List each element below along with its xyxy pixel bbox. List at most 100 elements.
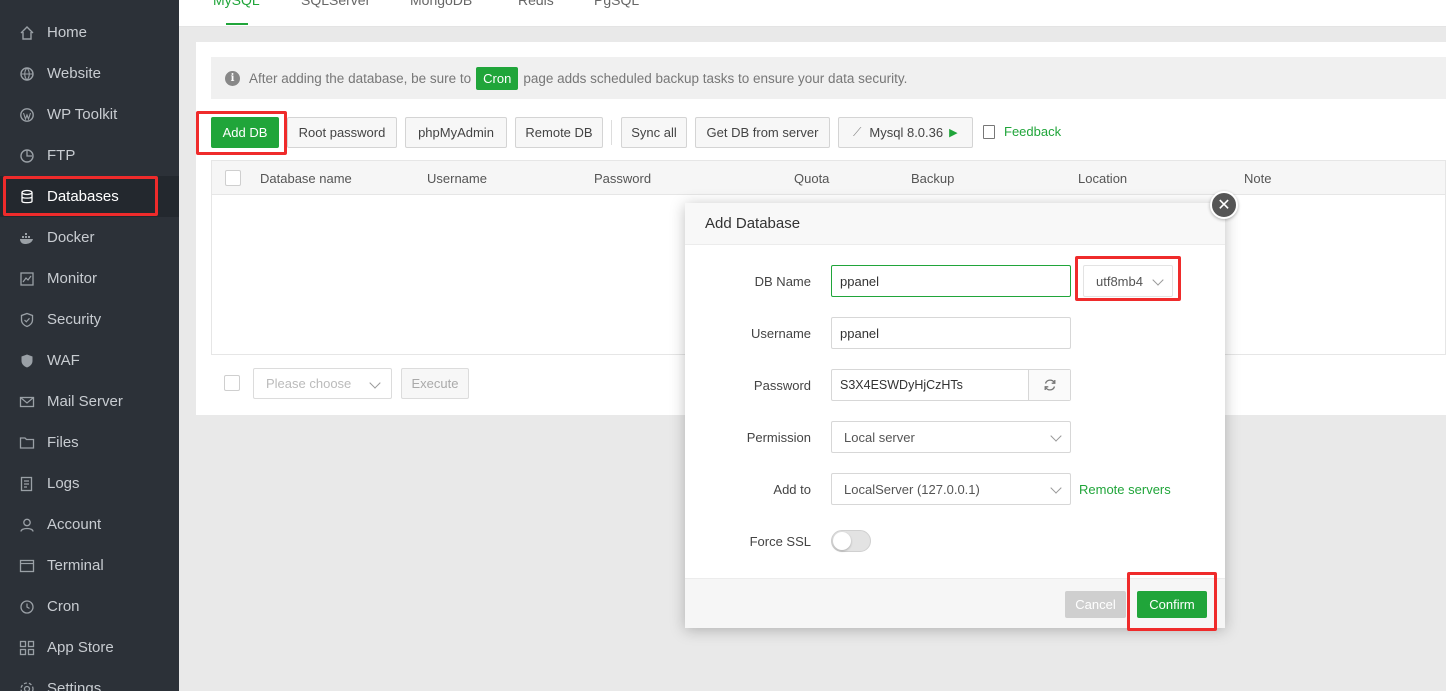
add-to-label: Add to: [773, 482, 811, 497]
get-db-from-server-button[interactable]: Get DB from server: [695, 117, 830, 148]
column-header: Location: [1078, 171, 1128, 186]
ftp-icon: [19, 148, 35, 164]
sidebar-item-settings[interactable]: Settings: [0, 668, 179, 691]
phpmyadmin-button[interactable]: phpMyAdmin: [405, 117, 507, 148]
close-icon[interactable]: ✕: [1210, 191, 1238, 219]
sidebar-item-account[interactable]: Account: [0, 504, 179, 545]
add-database-dialog: Add Database DB Name ppanel utf8mb4 User…: [685, 203, 1225, 628]
chevron-down-icon: [1152, 274, 1164, 286]
sidebar-item-label: Account: [47, 516, 102, 533]
column-header[interactable]: Database name: [260, 171, 352, 186]
sidebar-item-logs[interactable]: Logs: [0, 463, 179, 504]
mysql-version-button[interactable]: ⟋ Mysql 8.0.36 ▶: [838, 117, 973, 148]
password-value: S3X4ESWDyHjCzHTs: [840, 378, 963, 392]
docker-icon: [19, 230, 35, 246]
tab-pgsql[interactable]: PgSQL: [594, 0, 639, 8]
tab-mongodb[interactable]: MongoDB: [410, 0, 472, 8]
tab-sqlserver[interactable]: SQLServer: [301, 0, 370, 8]
sidebar-item-waf[interactable]: WAF: [0, 340, 179, 381]
sidebar-item-files[interactable]: Files: [0, 422, 179, 463]
charset-select[interactable]: utf8mb4: [1083, 265, 1173, 297]
bulk-action-placeholder: Please choose: [266, 376, 352, 391]
permission-select[interactable]: Local server: [831, 421, 1071, 453]
sidebar-item-label: App Store: [47, 639, 114, 656]
sidebar-item-cron[interactable]: Cron: [0, 586, 179, 627]
db-type-tabs: MySQL SQLServer MongoDB Redis PgSQL: [179, 0, 1446, 27]
confirm-button[interactable]: Confirm: [1137, 591, 1207, 618]
column-header: Username: [427, 171, 487, 186]
active-tab-indicator: [226, 23, 248, 25]
sidebar-item-label: Monitor: [47, 270, 98, 287]
remote-db-button[interactable]: Remote DB: [515, 117, 603, 148]
sidebar-item-label: Home: [47, 24, 88, 41]
chevron-down-icon: [1050, 430, 1062, 442]
sidebar-item-docker[interactable]: Docker: [0, 217, 179, 258]
sidebar-item-monitor[interactable]: Monitor: [0, 258, 179, 299]
permission-label: Permission: [746, 430, 811, 445]
sidebar-item-label: Terminal: [47, 557, 104, 574]
clock-icon: [19, 599, 35, 615]
force-ssl-toggle[interactable]: [831, 530, 871, 552]
toggle-knob: [833, 532, 851, 550]
sidebar-item-label: WP Toolkit: [47, 106, 118, 123]
sidebar-item-ftp[interactable]: FTP: [0, 135, 179, 176]
db-name-label: DB Name: [754, 274, 811, 289]
mysql-version-label: Mysql 8.0.36: [869, 125, 944, 140]
sidebar-item-mail-server[interactable]: Mail Server: [0, 381, 179, 422]
sidebar-item-label: Logs: [47, 475, 80, 492]
feedback-link[interactable]: Feedback: [983, 124, 1061, 139]
wordpress-icon: [19, 107, 35, 123]
permission-value: Local server: [844, 429, 915, 445]
tab-redis[interactable]: Redis: [518, 0, 554, 8]
sidebar-item-label: Files: [47, 434, 79, 451]
folder-icon: [19, 435, 35, 451]
sidebar-item-label: WAF: [47, 352, 80, 369]
sidebar-item-databases[interactable]: Databases: [0, 176, 179, 217]
globe-icon: [19, 66, 35, 82]
sidebar-item-home[interactable]: Home: [0, 12, 179, 53]
column-header: Backup: [911, 171, 955, 186]
sidebar-item-label: Security: [47, 311, 102, 328]
sidebar-item-label: Cron: [47, 598, 80, 615]
dialog-title: Add Database: [685, 203, 1225, 245]
sidebar-item-terminal[interactable]: Terminal: [0, 545, 179, 586]
charset-value: utf8mb4: [1096, 273, 1143, 289]
info-icon: i: [225, 70, 240, 86]
table-header: Database name Username Password Quota Ba…: [212, 161, 1445, 195]
sidebar-item-label: Settings: [47, 680, 102, 691]
root-password-button[interactable]: Root password: [287, 117, 397, 148]
sidebar-item-wp-toolkit[interactable]: WP Toolkit: [0, 94, 179, 135]
cancel-button[interactable]: Cancel: [1065, 591, 1126, 618]
logs-icon: [19, 476, 35, 492]
refresh-password-icon[interactable]: [1028, 370, 1070, 400]
sidebar: Home Website WP Toolkit FTP Databases Do…: [0, 0, 179, 691]
execute-button[interactable]: Execute: [401, 368, 469, 399]
sidebar-item-label: FTP: [47, 147, 76, 164]
shield-icon: [19, 312, 35, 328]
remote-servers-link[interactable]: Remote servers: [1079, 482, 1171, 497]
mail-icon: [19, 394, 35, 410]
tab-mysql[interactable]: MySQL: [213, 0, 260, 8]
sidebar-item-app-store[interactable]: App Store: [0, 627, 179, 668]
bulk-select-checkbox[interactable]: [224, 375, 240, 391]
toolbar-divider: [611, 120, 612, 145]
sync-all-button[interactable]: Sync all: [621, 117, 687, 148]
username-value: ppanel: [840, 325, 880, 341]
sidebar-item-website[interactable]: Website: [0, 53, 179, 94]
db-name-input[interactable]: ppanel: [831, 265, 1071, 297]
username-input[interactable]: ppanel: [831, 317, 1071, 349]
database-icon: [19, 189, 35, 205]
add-db-button[interactable]: Add DB: [211, 117, 279, 148]
add-to-select[interactable]: LocalServer (127.0.0.1): [831, 473, 1071, 505]
sidebar-item-security[interactable]: Security: [0, 299, 179, 340]
user-icon: [19, 517, 35, 533]
sidebar-item-label: Databases: [47, 188, 119, 205]
bulk-action-select[interactable]: Please choose: [253, 368, 392, 399]
select-all-checkbox[interactable]: [225, 170, 241, 186]
monitor-icon: [19, 271, 35, 287]
db-name-value: ppanel: [840, 273, 880, 289]
password-input[interactable]: S3X4ESWDyHjCzHTs: [831, 369, 1071, 401]
chevron-down-icon: [369, 377, 381, 389]
waf-icon: [19, 353, 35, 369]
cron-link[interactable]: Cron: [476, 66, 519, 90]
